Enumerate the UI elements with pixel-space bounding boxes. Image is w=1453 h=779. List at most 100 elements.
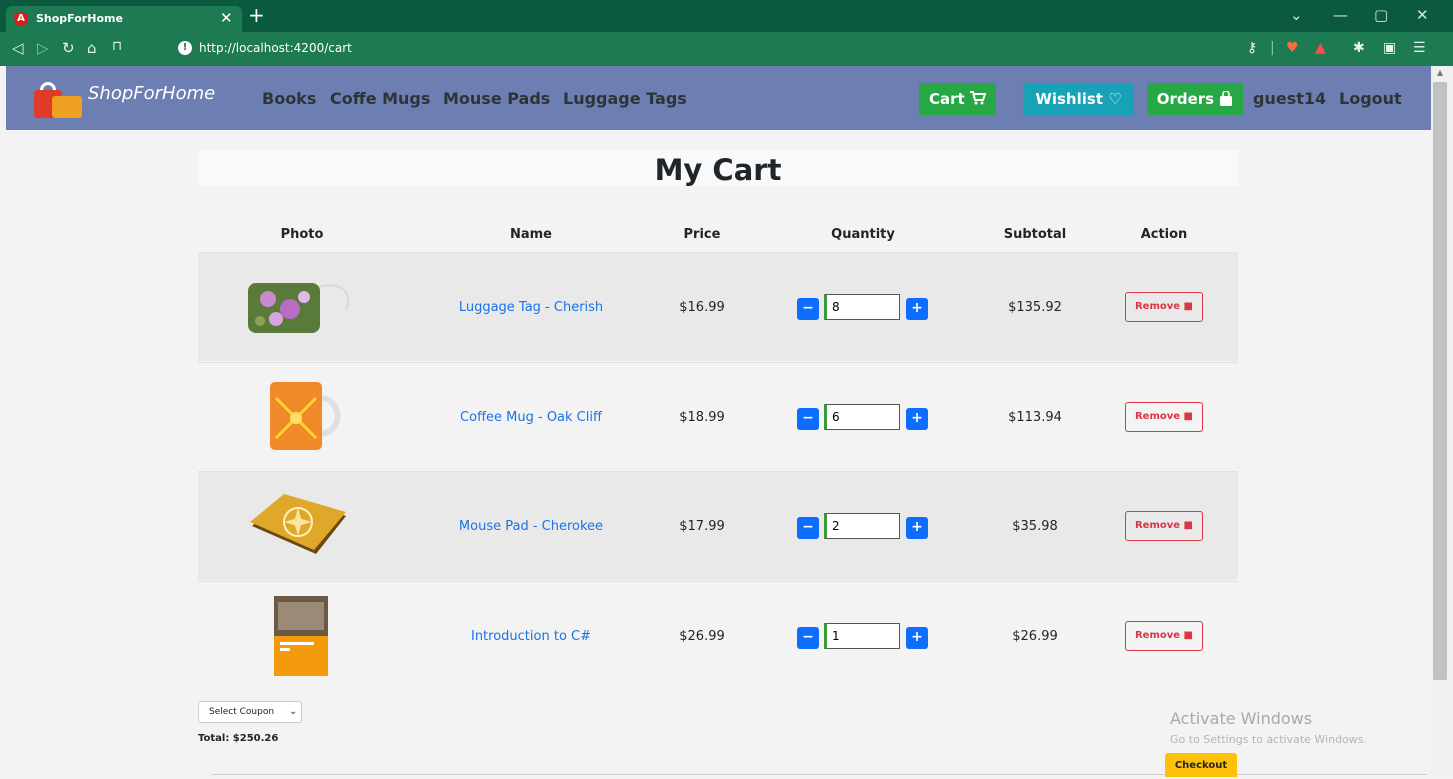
orders-label: Orders [1156,90,1215,108]
mouse-pad-image[interactable] [246,492,352,560]
logout-link[interactable]: Logout [1339,89,1402,108]
price: $17.99 [679,519,725,534]
remove-label: Remove [1134,630,1181,641]
cart-label: Cart [929,90,965,108]
price: $18.99 [679,410,725,425]
tab-title: ShopForHome [36,12,123,25]
nav-link-books[interactable]: Books [262,89,316,108]
shopping-bag-logo-icon[interactable] [34,82,82,118]
cart-title-bar: My Cart [198,150,1238,187]
subtotal: $26.99 [1012,629,1058,644]
username[interactable]: guest14 [1253,89,1326,108]
remove-button[interactable]: Remove ■ [1125,621,1203,651]
close-window-icon[interactable]: ✕ [1416,6,1429,24]
extensions-icon[interactable]: ✱ [1353,40,1365,56]
heart-icon: ♡ [1108,90,1122,108]
subtotal: $113.94 [1008,410,1062,425]
separator: | [1270,40,1275,56]
scrollbar-thumb[interactable] [1433,82,1447,680]
maximize-icon[interactable]: ▢ [1374,6,1388,24]
subtotal: $35.98 [1012,519,1058,534]
forward-icon[interactable]: ▷ [37,39,49,57]
remove-button[interactable]: Remove ■ [1125,292,1203,322]
decrease-quantity-button[interactable]: − [797,517,819,539]
product-link[interactable]: Luggage Tag - Cherish [431,300,631,315]
checkout-button[interactable]: Checkout [1165,753,1237,777]
browser-tab-bar: A ShopForHome ✕ + ⌄ — ▢ ✕ [0,0,1453,32]
back-icon[interactable]: ◁ [12,39,24,57]
trash-icon: ■ [1183,630,1193,641]
quantity-input[interactable] [824,623,900,649]
orders-button[interactable]: Orders [1147,83,1243,115]
increase-quantity-button[interactable]: + [906,298,928,320]
brand-link[interactable]: ShopForHome [88,83,215,104]
brave-rewards-icon[interactable]: ▲ [1315,40,1326,56]
increase-quantity-button[interactable]: + [906,627,928,649]
trash-icon: ■ [1183,301,1193,312]
increase-quantity-button[interactable]: + [906,517,928,539]
column-header-subtotal: Subtotal [1003,227,1067,242]
wallet-icon[interactable]: ▣ [1383,40,1396,56]
coupon-select-value: Select Coupon [209,707,275,717]
remove-button[interactable]: Remove ■ [1125,402,1203,432]
decrease-quantity-button[interactable]: − [797,627,819,649]
column-header-price: Price [683,227,721,242]
quantity-input[interactable] [824,294,900,320]
price: $16.99 [679,300,725,315]
luggage-tag-image[interactable] [246,279,356,337]
tab-search-chevron-icon[interactable]: ⌄ [1290,6,1303,24]
cart-button[interactable]: Cart [919,83,996,115]
address-bar: ◁ ▷ ↻ ⌂ ⊓ ! http://localhost:4200/cart ⚷… [0,32,1453,66]
product-link[interactable]: Coffee Mug - Oak Cliff [431,410,631,425]
bookmark-icon[interactable]: ⊓ [112,39,122,54]
column-header-name: Name [509,227,552,242]
angular-favicon-icon: A [14,12,28,26]
cart-total: Total: $250.26 [198,733,279,744]
shopping-cart-icon [969,91,987,105]
tab-close-icon[interactable]: ✕ [220,9,233,27]
wishlist-label: Wishlist [1035,90,1103,108]
activate-windows-title: Activate Windows [1170,709,1313,728]
divider [212,774,1427,775]
home-icon[interactable]: ⌂ [87,39,97,57]
page-title: My Cart [654,153,782,187]
site-info-icon[interactable]: ! [178,41,192,55]
browser-tab[interactable]: A ShopForHome ✕ [6,6,242,32]
nav-link-coffee-mugs[interactable]: Coffe Mugs [330,89,430,108]
url-field[interactable]: http://localhost:4200/cart [199,41,352,55]
chevron-down-icon: ⌄ [289,706,298,717]
nav-link-luggage-tags[interactable]: Luggage Tags [563,89,687,108]
subtotal: $135.92 [1008,300,1062,315]
reload-icon[interactable]: ↻ [62,39,75,57]
brave-shield-icon[interactable]: ♥ [1286,40,1299,56]
remove-button[interactable]: Remove ■ [1125,511,1203,541]
decrease-quantity-button[interactable]: − [797,298,819,320]
menu-icon[interactable]: ☰ [1413,40,1426,56]
column-header-action: Action [1140,227,1188,242]
increase-quantity-button[interactable]: + [906,408,928,430]
coupon-select[interactable]: Select Coupon ⌄ [198,701,302,723]
quantity-input[interactable] [824,513,900,539]
trash-icon: ■ [1183,520,1193,531]
book-cover-image[interactable] [274,596,330,678]
app-navbar: ShopForHome Books Coffe Mugs Mouse Pads … [6,66,1431,130]
remove-label: Remove [1134,301,1181,312]
remove-label: Remove [1134,411,1181,422]
quantity-input[interactable] [824,404,900,430]
column-header-photo: Photo [280,227,324,242]
activate-windows-subtitle: Go to Settings to activate Windows. [1170,733,1368,746]
new-tab-icon[interactable]: + [248,3,265,27]
shopping-bag-icon [1220,90,1233,106]
remove-label: Remove [1134,520,1181,531]
coffee-mug-image[interactable] [266,378,346,454]
decrease-quantity-button[interactable]: − [797,408,819,430]
product-link[interactable]: Introduction to C# [431,629,631,644]
column-header-quantity: Quantity [831,227,895,242]
key-icon[interactable]: ⚷ [1247,40,1257,56]
scroll-up-icon[interactable]: ▲ [1437,68,1443,77]
price: $26.99 [679,629,725,644]
nav-link-mouse-pads[interactable]: Mouse Pads [443,89,550,108]
product-link[interactable]: Mouse Pad - Cherokee [431,519,631,534]
minimize-icon[interactable]: — [1333,6,1348,24]
wishlist-button[interactable]: Wishlist ♡ [1023,83,1134,115]
